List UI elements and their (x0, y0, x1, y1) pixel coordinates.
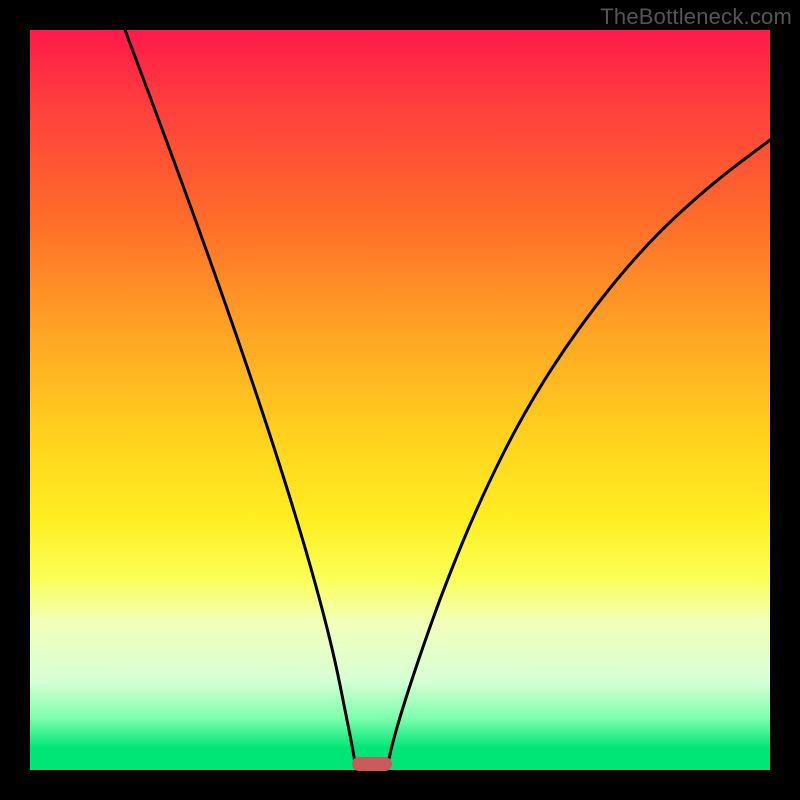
watermark-text: TheBottleneck.com (600, 4, 792, 30)
curve-layer (30, 30, 770, 770)
curve-left-branch (125, 30, 355, 763)
plot-area (30, 30, 770, 770)
bottleneck-marker (352, 757, 392, 771)
curve-right-branch (388, 140, 770, 763)
chart-frame: TheBottleneck.com (0, 0, 800, 800)
